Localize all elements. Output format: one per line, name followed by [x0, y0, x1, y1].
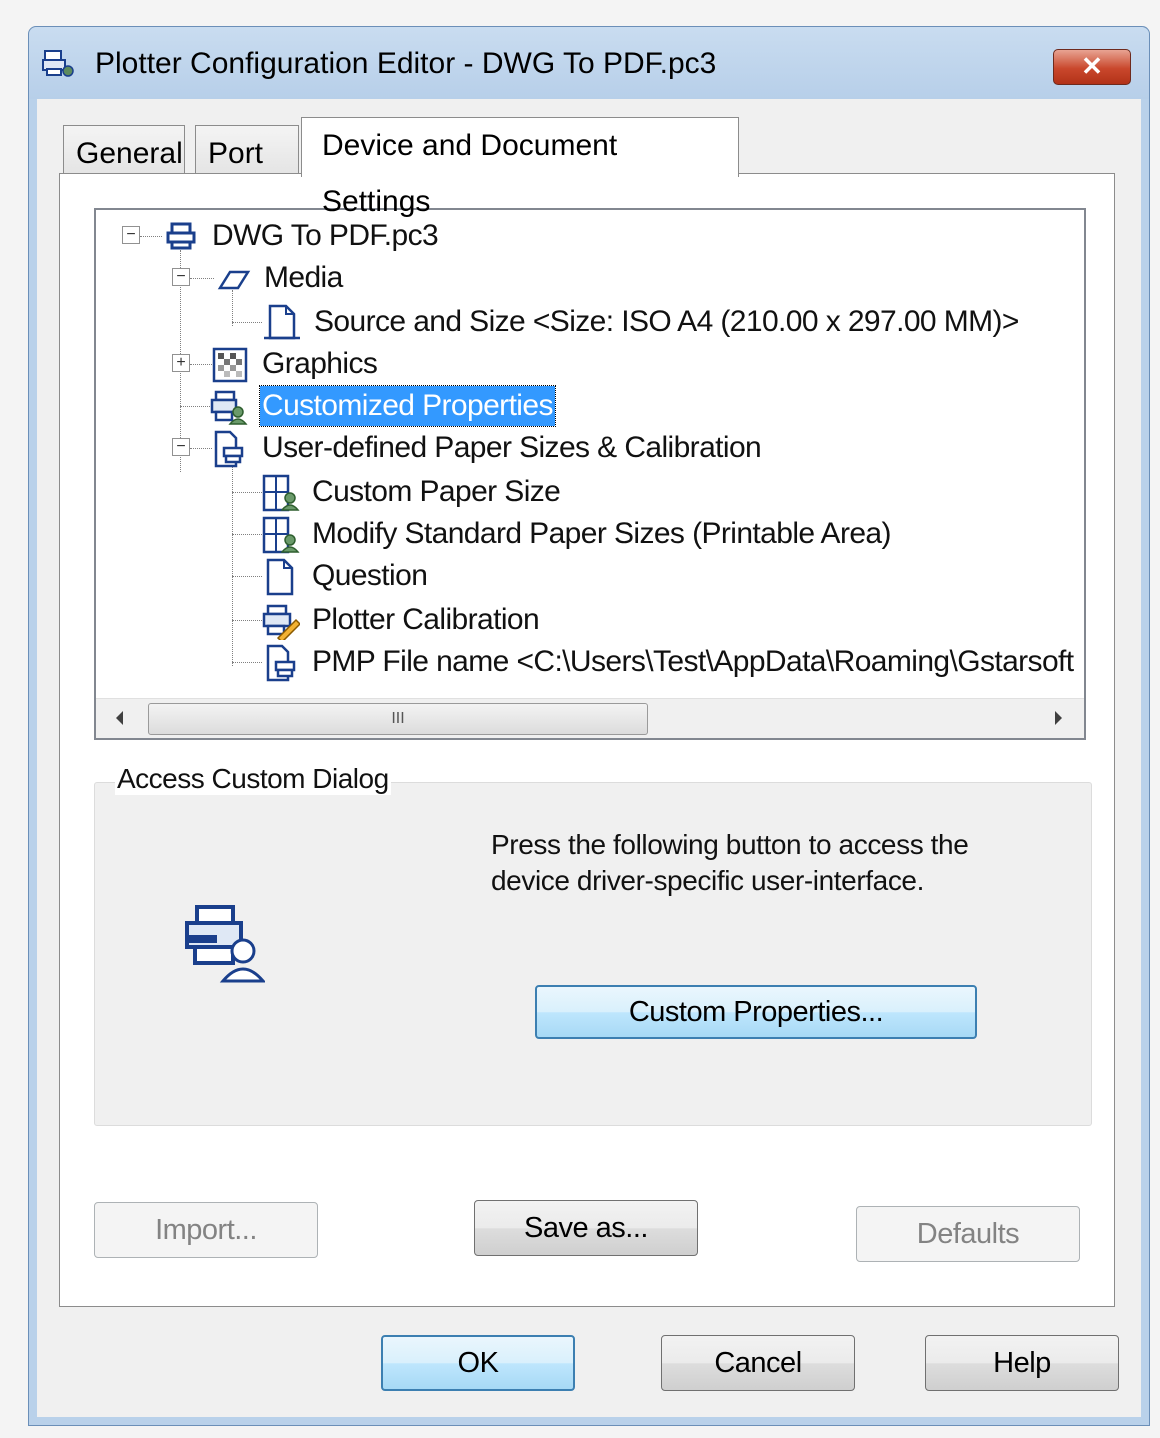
tree-node-label: Graphics	[262, 347, 378, 380]
description-line: Press the following button to access the	[491, 829, 969, 860]
tree-node-customized-properties[interactable]: Customized Properties	[96, 385, 1056, 427]
scroll-right-arrow-icon[interactable]	[1055, 711, 1062, 725]
tree-node-user-defined-paper-sizes[interactable]: User-defined Paper Sizes & Calibration	[96, 428, 1056, 468]
scroll-left-arrow-icon[interactable]	[116, 711, 123, 725]
dialog-client-area: General Port Device and Document Setting…	[37, 99, 1141, 1417]
tree-node-graphics[interactable]: Graphics	[96, 344, 1056, 384]
tree-node-label: PMP File name <C:\Users\Test\AppData\Roa…	[312, 645, 1074, 678]
tree-node-source-and-size[interactable]: Source and Size <Size: ISO A4 (210.00 x …	[96, 302, 1056, 342]
group-label: Access Custom Dialog	[115, 763, 391, 795]
description-line: device driver-specific user-interface.	[491, 865, 924, 896]
tree-node-custom-paper-size[interactable]: Custom Paper Size	[96, 472, 1056, 512]
tree-node-label: Source and Size <Size: ISO A4 (210.00 x …	[314, 305, 1019, 338]
custom-paper-icon	[262, 474, 300, 512]
plotter-icon	[42, 50, 74, 77]
custom-properties-button[interactable]: Custom Properties...	[535, 985, 977, 1039]
help-button[interactable]: Help	[925, 1335, 1119, 1391]
tree-node-label: Modify Standard Paper Sizes (Printable A…	[312, 517, 892, 550]
paper-sizes-icon	[214, 430, 244, 468]
printer-icon	[166, 222, 196, 250]
pmp-file-icon	[266, 644, 296, 682]
tree-node-modify-standard-paper-sizes[interactable]: Modify Standard Paper Sizes (Printable A…	[96, 514, 1056, 554]
tree-node-question[interactable]: Question	[96, 556, 1056, 596]
tab-device-and-document-settings[interactable]: Device and Document Settings	[301, 117, 739, 218]
custom-properties-icon	[210, 390, 248, 425]
tree-node-media[interactable]: Media	[96, 258, 1056, 298]
tree-node-label: Media	[264, 261, 343, 294]
tree-node-label: Custom Paper Size	[312, 475, 561, 508]
device-settings-panel: − − + − DWG To PDF.pc3 Media Source and …	[59, 173, 1115, 1307]
group-description: Press the following button to access the…	[491, 827, 1051, 899]
settings-tree[interactable]: − − + − DWG To PDF.pc3 Media Source and …	[94, 208, 1086, 740]
tree-node-plotter-calibration[interactable]: Plotter Calibration	[96, 600, 1056, 640]
media-icon	[217, 270, 251, 290]
save-as-button[interactable]: Save as...	[474, 1200, 698, 1256]
title-bar[interactable]: Plotter Configuration Editor - DWG To PD…	[29, 27, 1149, 99]
scroll-thumb[interactable]: III	[148, 703, 648, 735]
tree-node-pmp-file-name[interactable]: PMP File name <C:\Users\Test\AppData\Roa…	[96, 642, 1084, 682]
close-button[interactable]: ✕	[1053, 49, 1131, 85]
tree-node-label: Customized Properties	[259, 385, 556, 427]
calibration-icon	[262, 604, 300, 640]
defaults-button[interactable]: Defaults	[856, 1206, 1080, 1262]
custom-properties-icon	[185, 905, 265, 983]
ok-button[interactable]: OK	[381, 1335, 575, 1391]
import-button[interactable]: Import...	[94, 1202, 318, 1258]
document-icon	[266, 558, 294, 596]
tree-node-label: Question	[312, 559, 428, 592]
page-icon	[264, 304, 300, 340]
plotter-config-window: Plotter Configuration Editor - DWG To PD…	[28, 26, 1150, 1426]
horizontal-scrollbar[interactable]: III	[96, 698, 1084, 738]
modify-paper-icon	[262, 516, 300, 554]
window-title: Plotter Configuration Editor - DWG To PD…	[95, 47, 717, 80]
tree-node-label: User-defined Paper Sizes & Calibration	[262, 431, 762, 464]
cancel-button[interactable]: Cancel	[661, 1335, 855, 1391]
access-custom-dialog-group: Access Custom Dialog Press the following…	[94, 763, 1092, 1126]
tree-node-dwg-to-pdf[interactable]: DWG To PDF.pc3	[96, 216, 1056, 256]
tree-node-label: Plotter Calibration	[312, 603, 540, 636]
graphics-icon	[212, 347, 248, 383]
